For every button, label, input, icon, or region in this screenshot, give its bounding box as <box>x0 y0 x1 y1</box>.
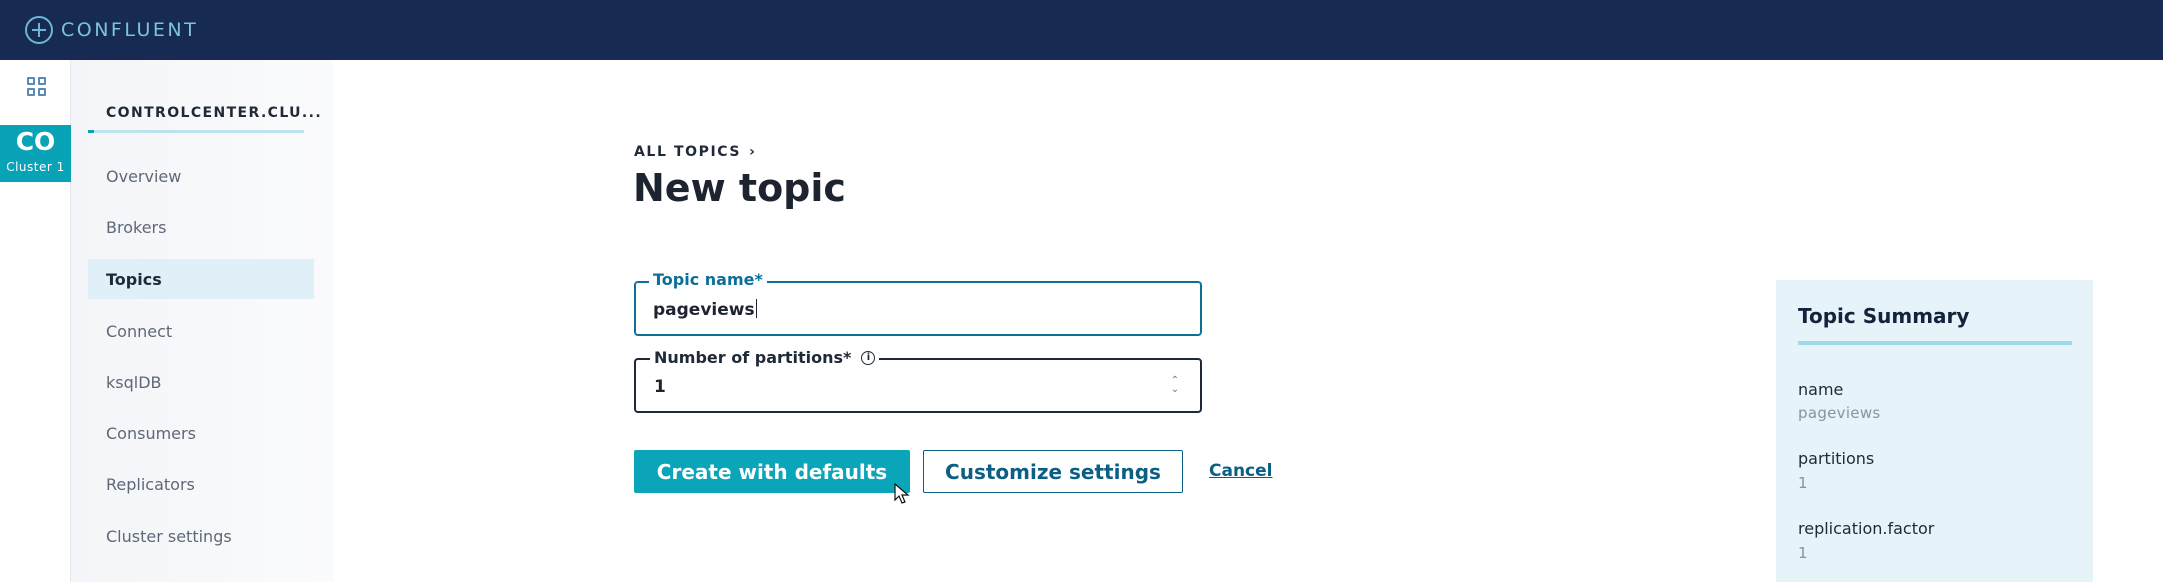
topic-summary-title: Topic Summary <box>1798 304 1970 328</box>
text-caret <box>755 299 757 318</box>
partitions-label-text: Number of partitions* <box>654 348 852 367</box>
confluent-logo-icon <box>25 16 53 44</box>
topic-name-value: pageviews <box>653 300 755 320</box>
summary-value-name: pageviews <box>1798 404 1881 422</box>
left-rail: CO Cluster 1 <box>0 60 71 582</box>
nav-item-connect[interactable]: Connect <box>88 311 314 351</box>
summary-key-name: name <box>1798 380 1844 399</box>
cluster-tile[interactable]: CO Cluster 1 <box>0 125 71 182</box>
cluster-nav: CONTROLCENTER.CLU... Overview Brokers To… <box>71 60 333 582</box>
nav-item-replicators[interactable]: Replicators <box>88 464 314 504</box>
cluster-name-underline <box>88 130 304 133</box>
summary-key-replication-factor: replication.factor <box>1798 519 1935 538</box>
summary-value-partitions: 1 <box>1798 474 1808 492</box>
cluster-name[interactable]: CONTROLCENTER.CLU... <box>106 105 322 121</box>
partitions-field[interactable]: Number of partitions* i 1 ⌃ ⌄ <box>634 348 1202 413</box>
nav-item-topics[interactable]: Topics <box>88 259 314 299</box>
topic-name-input[interactable]: pageviews <box>653 299 757 320</box>
cluster-label: Cluster 1 <box>6 160 65 174</box>
nav-item-cluster-settings[interactable]: Cluster settings <box>88 516 314 556</box>
breadcrumb-all-topics[interactable]: ALL TOPICS <box>634 144 741 160</box>
brand-name: CONFLUENT <box>61 19 199 41</box>
breadcrumb[interactable]: ALL TOPICS › <box>634 144 756 160</box>
confluent-logo[interactable]: CONFLUENT <box>25 16 198 44</box>
nav-item-consumers[interactable]: Consumers <box>88 413 314 453</box>
nav-item-ksqldb[interactable]: ksqlDB <box>88 362 314 402</box>
stepper-icon[interactable]: ⌃ ⌄ <box>1170 376 1180 396</box>
cancel-link[interactable]: Cancel <box>1209 461 1272 481</box>
chevron-right-icon: › <box>749 144 757 160</box>
partitions-input[interactable]: 1 <box>654 377 666 397</box>
create-with-defaults-button[interactable]: Create with defaults <box>634 450 910 493</box>
summary-value-replication-factor: 1 <box>1798 544 1808 562</box>
topic-name-label-text: Topic name* <box>653 270 763 289</box>
topic-name-field[interactable]: Topic name* pageviews <box>634 270 1202 336</box>
partitions-label: Number of partitions* i <box>650 348 880 367</box>
apps-grid-icon[interactable] <box>27 77 47 97</box>
summary-key-partitions: partitions <box>1798 449 1875 468</box>
info-icon[interactable]: i <box>861 350 876 365</box>
topic-name-label: Topic name* <box>649 270 767 289</box>
topic-summary-panel: Topic Summary name pageviews partitions … <box>1776 280 2093 582</box>
mouse-cursor-icon <box>894 483 910 504</box>
topic-summary-underline <box>1798 341 2072 345</box>
nav-item-overview[interactable]: Overview <box>88 156 314 196</box>
customize-settings-button[interactable]: Customize settings <box>923 450 1183 493</box>
page-title: New topic <box>633 166 846 210</box>
nav-item-brokers[interactable]: Brokers <box>88 207 314 247</box>
top-bar: CONFLUENT <box>0 0 2163 60</box>
cluster-abbr: CO <box>15 127 56 156</box>
